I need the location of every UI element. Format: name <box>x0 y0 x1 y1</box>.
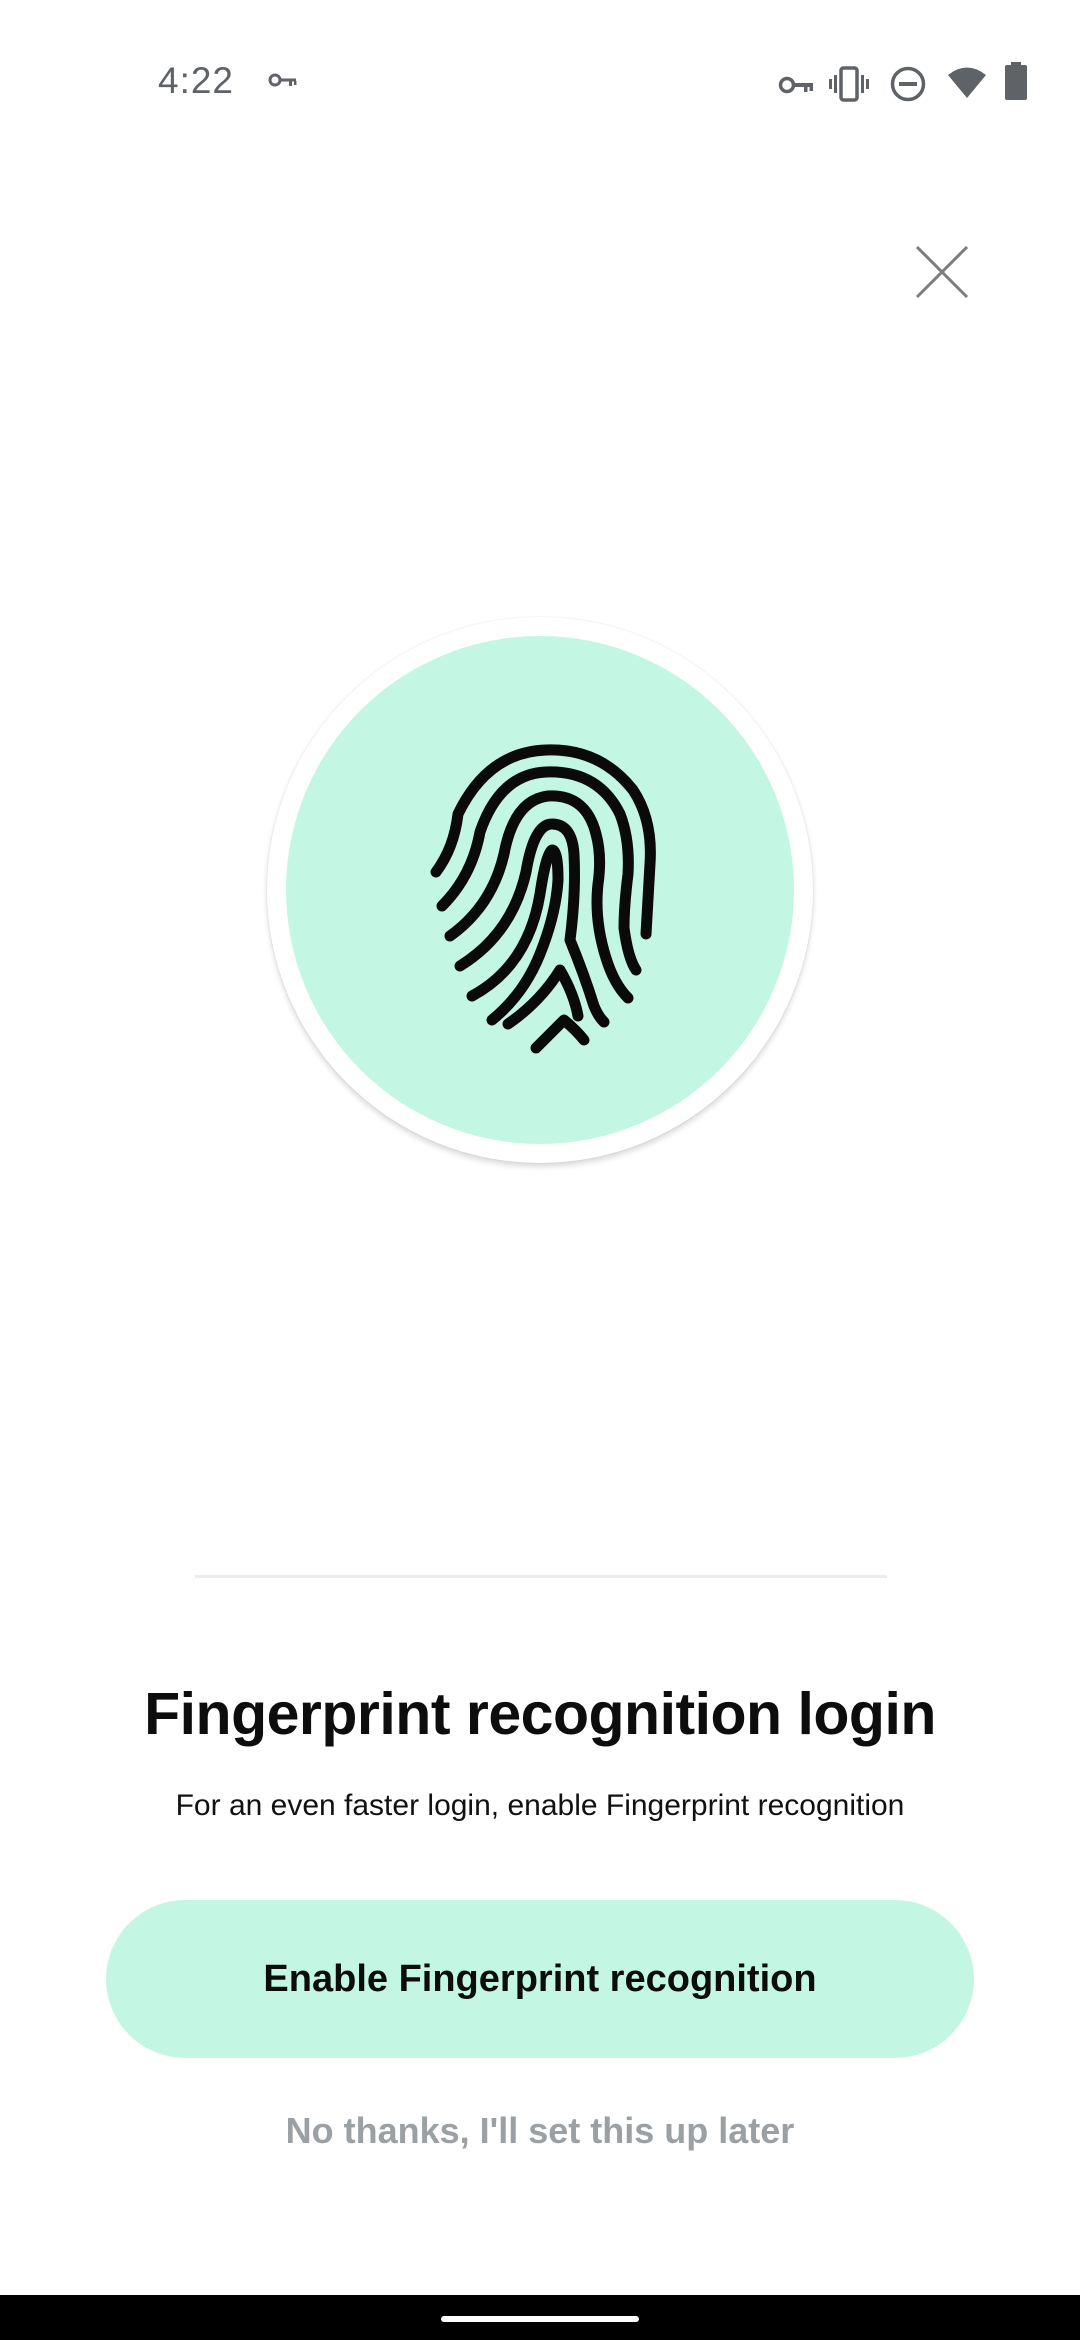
page-title: Fingerprint recognition login <box>144 1681 936 1747</box>
fingerprint-hero <box>267 617 813 1163</box>
enable-fingerprint-button[interactable]: Enable Fingerprint recognition <box>106 1900 974 2058</box>
wifi-icon <box>947 66 987 105</box>
divider <box>195 1575 887 1578</box>
do-not-disturb-icon <box>890 66 926 107</box>
fingerprint-icon <box>430 744 656 1054</box>
status-bar: 4:22 <box>0 0 1080 170</box>
close-button[interactable] <box>912 242 972 302</box>
vpn-key-icon <box>778 74 814 101</box>
page-subtitle: For an even faster login, enable Fingerp… <box>175 1789 905 1822</box>
skip-setup-link[interactable]: No thanks, I'll set this up later <box>0 2110 1080 2152</box>
battery-icon <box>1005 62 1027 105</box>
navigation-bar <box>0 2295 1080 2340</box>
status-time: 4:22 <box>158 60 235 101</box>
vpn-key-icon <box>268 72 298 95</box>
vibrate-icon <box>829 66 869 107</box>
home-gesture-handle[interactable] <box>441 2316 639 2322</box>
fingerprint-badge <box>286 636 794 1144</box>
close-icon <box>915 245 969 299</box>
